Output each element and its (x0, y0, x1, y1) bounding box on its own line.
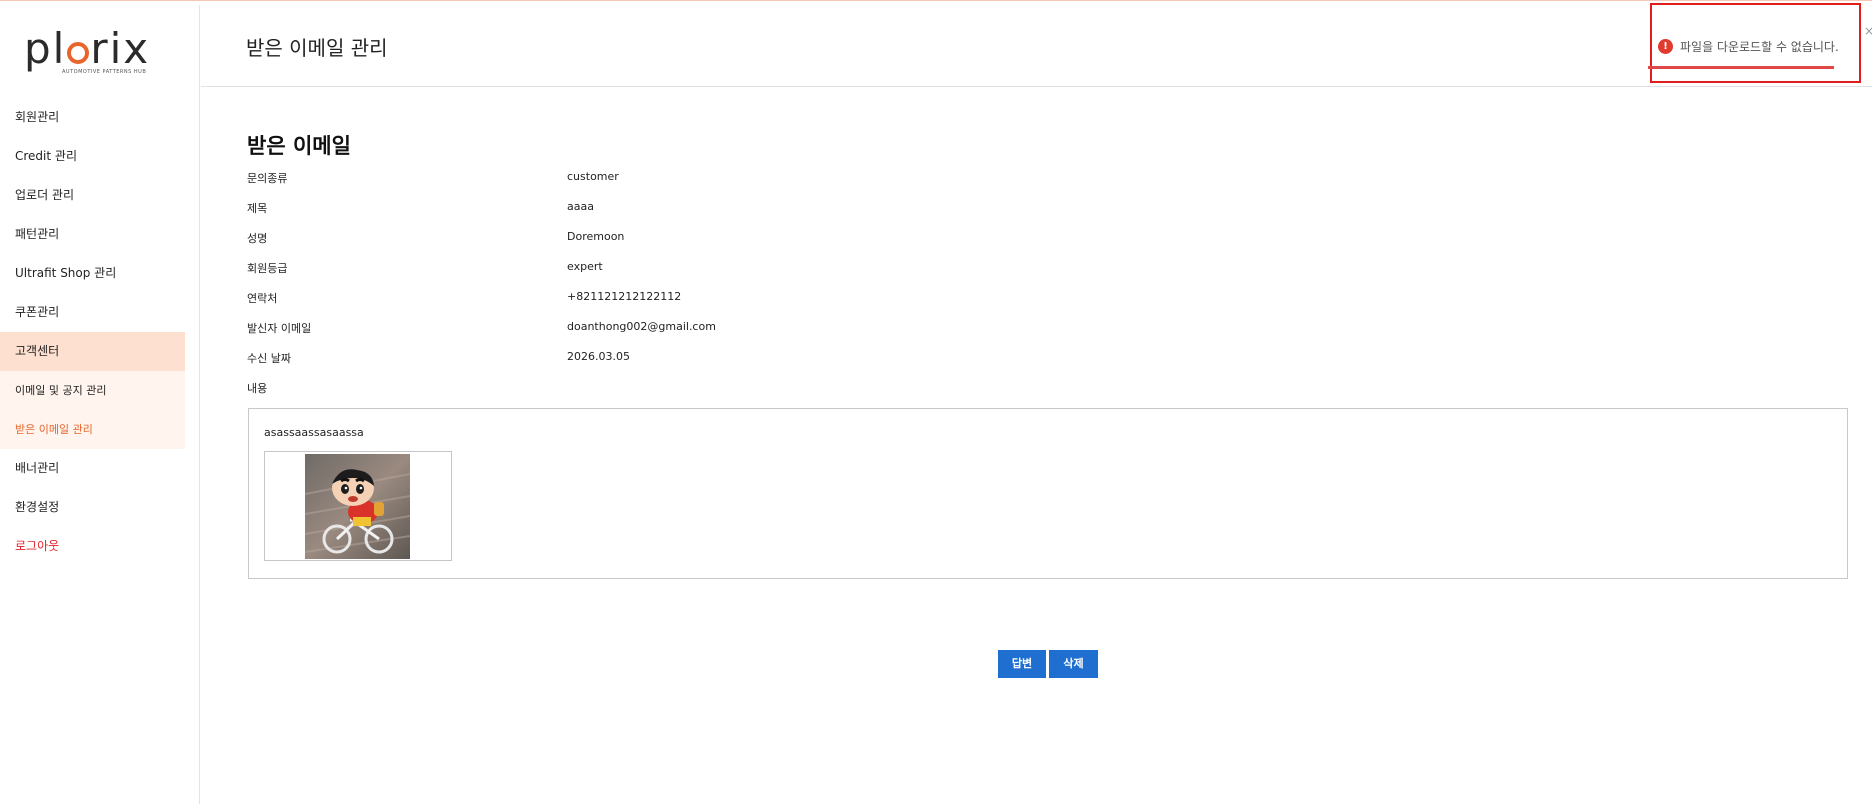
field-label: 제목 (247, 202, 268, 215)
sidebar-menu: 회원관리 Credit 관리 업로더 관리 패턴관리 Ultrafit Shop… (0, 98, 185, 566)
email-body-text: asassaassasaassa (264, 426, 364, 439)
sidebar-item-logout[interactable]: 로그아웃 (0, 527, 185, 566)
logo-wordmark: pl rix (24, 24, 151, 73)
error-icon: ! (1658, 39, 1673, 54)
sidebar-item-coupons[interactable]: 쿠폰관리 (0, 293, 185, 332)
field-value: +821121212122112 (567, 290, 682, 303)
field-label: 수신 날짜 (247, 352, 291, 365)
sidebar-subitem-email-notice[interactable]: 이메일 및 공지 관리 (0, 371, 185, 410)
field-label: 발신자 이메일 (247, 322, 312, 335)
sidebar-item-credit[interactable]: Credit 관리 (0, 137, 185, 176)
field-value: aaaa (567, 200, 594, 213)
sidebar-item-uploader[interactable]: 업로더 관리 (0, 176, 185, 215)
error-toast: ! 파일을 다운로드할 수 없습니다. (1648, 3, 1861, 83)
field-value: Doremoon (567, 230, 625, 243)
toast-close-icon[interactable]: × (1864, 24, 1872, 38)
field-value: customer (567, 170, 619, 183)
field-label: 성명 (247, 232, 268, 245)
sidebar: pl rix AUTOMOTIVE PATTERNS HUB 회원관리 Credi… (0, 5, 200, 804)
brand-logo[interactable]: pl rix AUTOMOTIVE PATTERNS HUB (24, 24, 154, 77)
attachment-thumbnail[interactable] (264, 451, 452, 561)
logo-tagline: AUTOMOTIVE PATTERNS HUB (62, 69, 147, 75)
email-content-box: asassaassasaassa (248, 408, 1848, 579)
field-value: expert (567, 260, 603, 273)
toast-progress-bar (1648, 66, 1834, 69)
sidebar-subitem-received-email[interactable]: 받은 이메일 관리 (0, 410, 185, 449)
delete-button[interactable]: 삭제 (1049, 650, 1098, 678)
cartoon-bicycle-image (305, 454, 410, 559)
field-label: 연락처 (247, 292, 278, 305)
page-header: 받은 이메일 관리 (201, 5, 1872, 87)
reply-button[interactable]: 답변 (998, 650, 1046, 678)
section-title: 받은 이메일 (247, 134, 351, 158)
sidebar-item-banners[interactable]: 배너관리 (0, 449, 185, 488)
sidebar-item-settings[interactable]: 환경설정 (0, 488, 185, 527)
sidebar-item-ultrafit-shop[interactable]: Ultrafit Shop 관리 (0, 254, 185, 293)
toast-message: 파일을 다운로드할 수 없습니다. (1680, 40, 1839, 54)
page-title: 받은 이메일 관리 (246, 36, 388, 60)
sidebar-item-members[interactable]: 회원관리 (0, 98, 185, 137)
field-value: doanthong002@gmail.com (567, 320, 716, 333)
field-label: 내용 (247, 382, 268, 395)
attachment-image (305, 454, 410, 559)
field-value: 2026.03.05 (567, 350, 630, 363)
sidebar-item-patterns[interactable]: 패턴관리 (0, 215, 185, 254)
field-label: 문의종류 (247, 172, 288, 185)
field-label: 회원등급 (247, 262, 288, 275)
sidebar-item-customer-center[interactable]: 고객센터 (0, 332, 185, 371)
